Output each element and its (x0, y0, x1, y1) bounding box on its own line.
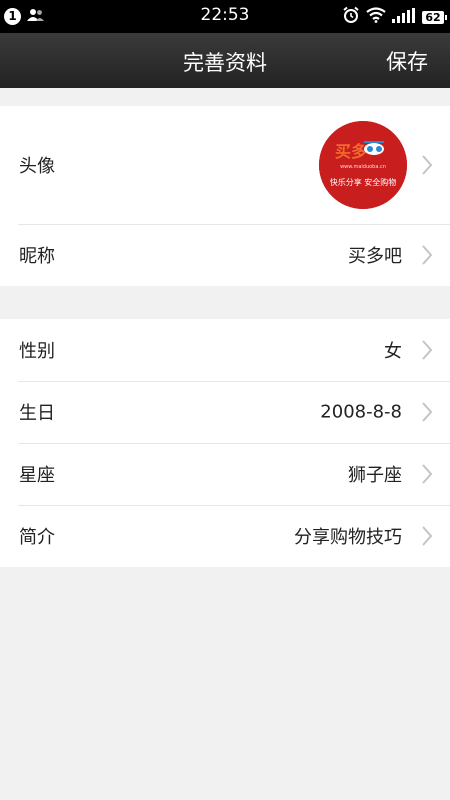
alarm-icon (342, 6, 360, 28)
chevron-right-icon (422, 155, 432, 175)
avatar: 买多 www.maiduoba.cn 快乐分享 安全购物 (319, 121, 407, 209)
birthday-value: 2008-8-8 (320, 401, 402, 423)
avatar-row[interactable]: 头像 买多 www.maiduoba.cn 快乐分享 安全购物 (0, 106, 450, 224)
zodiac-row[interactable]: 星座 狮子座 (0, 443, 450, 505)
battery-icon: 62 (422, 10, 447, 24)
svg-text:快乐分享 安全购物: 快乐分享 安全购物 (330, 177, 397, 187)
birthday-row[interactable]: 生日 2008-8-8 (0, 381, 450, 443)
bio-label: 简介 (19, 527, 55, 548)
status-bar: 1 22:53 62 (0, 0, 450, 33)
chevron-right-icon (422, 402, 432, 422)
status-right: 62 (342, 6, 447, 28)
wifi-icon (366, 7, 386, 27)
chevron-right-icon (422, 464, 432, 484)
gender-value: 女 (384, 341, 402, 362)
nav-bar: 完善资料 保存 (0, 33, 450, 88)
profile-group: 头像 买多 www.maiduoba.cn 快乐分享 安全购物 昵称 买多吧 (0, 106, 450, 286)
chevron-right-icon (422, 526, 432, 546)
bio-value: 分享购物技巧 (294, 527, 402, 548)
birthday-label: 生日 (19, 403, 55, 424)
zodiac-value: 狮子座 (348, 465, 402, 486)
nickname-value: 买多吧 (348, 246, 402, 267)
details-group: 性别 女 生日 2008-8-8 星座 狮子座 简介 分享购物技巧 (0, 319, 450, 567)
signal-icon (392, 7, 416, 27)
avatar-logo: 买多 www.maiduoba.cn 快乐分享 安全购物 (319, 121, 407, 209)
gender-row[interactable]: 性别 女 (0, 319, 450, 381)
bio-row[interactable]: 简介 分享购物技巧 (0, 505, 450, 567)
nickname-row[interactable]: 昵称 买多吧 (0, 224, 450, 286)
chevron-right-icon (422, 340, 432, 360)
gender-label: 性别 (19, 341, 55, 362)
save-button[interactable]: 保存 (386, 46, 428, 76)
nickname-label: 昵称 (19, 246, 55, 267)
chevron-right-icon (422, 245, 432, 265)
svg-text:买多: 买多 (335, 142, 367, 161)
svg-text:www.maiduoba.cn: www.maiduoba.cn (340, 164, 386, 170)
avatar-label: 头像 (19, 156, 55, 177)
page-title: 完善资料 (183, 51, 267, 75)
zodiac-label: 星座 (19, 465, 55, 486)
